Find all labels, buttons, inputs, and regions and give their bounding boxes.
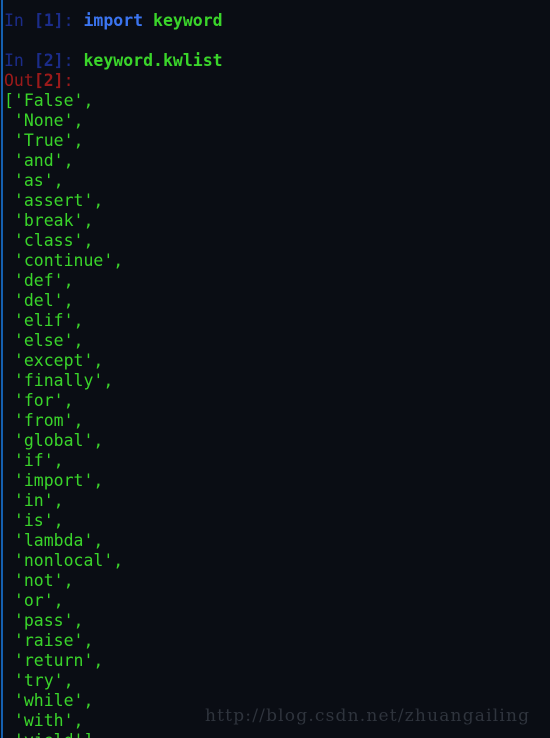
output-list-item-text: 'while', [4, 691, 94, 710]
prompt-out-colon: : [63, 71, 74, 90]
code-identifier-2: keyword.kwlist [83, 51, 223, 70]
output-list-item-text: 'else', [4, 331, 84, 350]
prompt-in-number-1: [1] [33, 11, 64, 30]
output-list-item-text: 'lambda', [4, 531, 104, 550]
output-list-item: ['False', [0, 91, 550, 111]
output-list-item-text: 'in', [4, 491, 64, 510]
output-list-item: 'import', [0, 471, 550, 491]
output-list-item-text: 'with', [4, 711, 84, 730]
output-list-item-text: 'break', [4, 211, 94, 230]
output-list-item-text: ['False', [4, 91, 94, 110]
output-list-item: 'try', [0, 671, 550, 691]
output-list-item: 'del', [0, 291, 550, 311]
output-list-item: 'for', [0, 391, 550, 411]
output-list-item-text: 'def', [4, 271, 74, 290]
output-list-item: 'if', [0, 451, 550, 471]
prompt-in-label-1: In [4, 11, 34, 30]
input-gap-1 [74, 11, 84, 30]
output-list-item-text: 'if', [4, 451, 64, 470]
output-list-item: 'def', [0, 271, 550, 291]
output-list-item-text: 'True', [4, 131, 84, 150]
output-list-item-text: 'finally', [4, 371, 114, 390]
output-list-item-text: 'and', [4, 151, 74, 170]
spacer-line-1 [0, 31, 550, 51]
output-list-item-text: 'import', [4, 471, 104, 490]
output-list-item-text: 'raise', [4, 631, 94, 650]
output-list-item-text: 'del', [4, 291, 74, 310]
output-list-item: 'else', [0, 331, 550, 351]
prompt-in-label-2: In [4, 51, 34, 70]
output-list-item: 'return', [0, 651, 550, 671]
console-scroll-area[interactable]: In [1]: import keyword In [2]: keyword.k… [0, 0, 550, 738]
output-list-item: 'with', [0, 711, 550, 731]
output-list-item: 'and', [0, 151, 550, 171]
output-list-item: 'finally', [0, 371, 550, 391]
output-list-item-text: 'class', [4, 231, 94, 250]
output-list-item: 'class', [0, 231, 550, 251]
output-list-item: 'not', [0, 571, 550, 591]
prompt-out-label: Out [4, 71, 34, 90]
output-list-item-text: 'except', [4, 351, 104, 370]
output-list: ['False', 'None', 'True', 'and', 'as', '… [0, 91, 550, 738]
output-list-item: 'is', [0, 511, 550, 531]
output-list-item: 'break', [0, 211, 550, 231]
input-line-1[interactable]: In [1]: import keyword [0, 11, 550, 31]
output-list-item: 'global', [0, 431, 550, 451]
code-keyword-1: import [83, 11, 144, 30]
output-list-item: 'or', [0, 591, 550, 611]
output-list-item: 'nonlocal', [0, 551, 550, 571]
output-list-item: 'lambda', [0, 531, 550, 551]
prompt-in-colon-2: : [63, 51, 74, 70]
output-list-item: 'continue', [0, 251, 550, 271]
output-list-item: 'True', [0, 131, 550, 151]
output-list-item: 'elif', [0, 311, 550, 331]
output-list-item-text: 'return', [4, 651, 104, 670]
output-list-item-text: 'global', [4, 431, 104, 450]
output-prompt-line: Out[2]: [0, 71, 550, 91]
output-list-item: 'None', [0, 111, 550, 131]
ipython-console[interactable]: In [1]: import keyword In [2]: keyword.k… [0, 0, 550, 738]
output-list-item: 'while', [0, 691, 550, 711]
output-list-item-text: 'yield'] [4, 731, 93, 738]
output-list-item: 'from', [0, 411, 550, 431]
output-list-item: 'assert', [0, 191, 550, 211]
output-list-item-text: 'pass', [4, 611, 84, 630]
output-list-item-text: 'continue', [4, 251, 124, 270]
output-list-item-text: 'assert', [4, 191, 104, 210]
output-list-item: 'as', [0, 171, 550, 191]
output-list-item: 'yield'] [0, 731, 550, 738]
prompt-in-colon-1: : [63, 11, 74, 30]
output-list-item: 'except', [0, 351, 550, 371]
output-list-item-text: 'from', [4, 411, 84, 430]
output-list-item-text: 'not', [4, 571, 74, 590]
output-list-item: 'raise', [0, 631, 550, 651]
output-list-item-text: 'for', [4, 391, 74, 410]
prompt-in-number-2: [2] [33, 51, 64, 70]
input-line-2[interactable]: In [2]: keyword.kwlist [0, 51, 550, 71]
output-list-item-text: 'try', [4, 671, 74, 690]
output-list-item: 'in', [0, 491, 550, 511]
output-list-item-text: 'nonlocal', [4, 551, 124, 570]
output-list-item-text: 'is', [4, 511, 64, 530]
output-list-item-text: 'or', [4, 591, 64, 610]
output-list-item-text: 'elif', [4, 311, 84, 330]
code-identifier-1: keyword [143, 11, 223, 30]
prompt-out-number: [2] [33, 71, 64, 90]
output-list-item-text: 'as', [4, 171, 64, 190]
output-list-item: 'pass', [0, 611, 550, 631]
output-list-item-text: 'None', [4, 111, 84, 130]
input-gap-2 [74, 51, 84, 70]
